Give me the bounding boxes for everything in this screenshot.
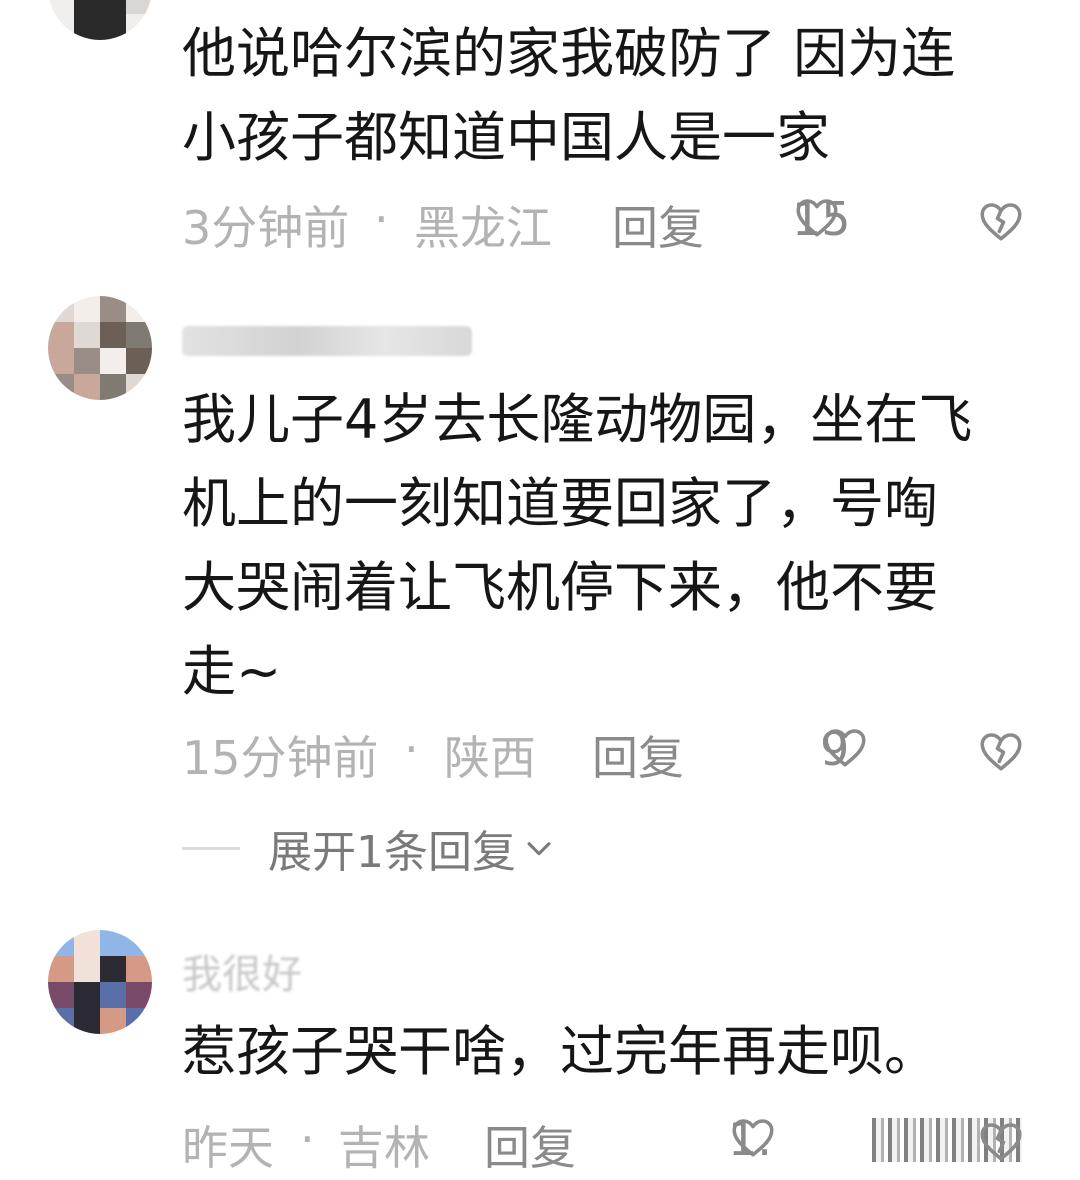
reply-button[interactable]: 回复 <box>612 192 704 258</box>
avatar-pixelated-image <box>48 0 152 40</box>
comment-page: 他说哈尔滨的家我破防了 因为连 小孩子都知道中国人是一家 3分钟前 · 黑龙江 … <box>0 0 1080 1180</box>
avatar[interactable] <box>48 930 152 1034</box>
like-button[interactable]: 15 <box>792 192 851 246</box>
meta-separator: · <box>300 1112 315 1166</box>
meta-separator: · <box>374 192 389 246</box>
expand-replies-label: 展开1条回复 <box>268 827 516 878</box>
broken-heart-icon[interactable] <box>976 726 1026 776</box>
comment-time: 15分钟前 <box>182 731 379 785</box>
comment-line: 他说哈尔滨的家我破防了 因为连 <box>182 22 956 85</box>
broken-heart-icon[interactable] <box>976 196 1026 246</box>
meta-separator: · <box>404 722 419 776</box>
comment-location: 黑龙江 <box>414 201 552 255</box>
like-button[interactable]: 1. <box>728 1112 778 1166</box>
broken-heart-icon[interactable] <box>976 1116 1026 1166</box>
avatar-pixelated-image <box>48 296 152 400</box>
comment-line: 机上的一刻知道要回家了，号啕 <box>182 472 938 535</box>
like-count: 9 <box>820 722 850 776</box>
expand-replies-button[interactable]: 展开1条回复 <box>182 818 556 878</box>
comment-location: 陕西 <box>444 731 536 785</box>
avatar[interactable] <box>48 296 152 400</box>
like-count: 1. <box>728 1112 772 1166</box>
comment-location: 吉林 <box>338 1121 430 1175</box>
comment-line: 我儿子4岁去长隆动物园，坐在飞 <box>182 388 973 451</box>
avatar-pixelated-image <box>48 930 152 1034</box>
username-blur <box>182 326 472 356</box>
comment-meta: 15分钟前 · 陕西 回复 9 <box>182 722 1042 785</box>
username[interactable]: 我很好 <box>182 942 302 1000</box>
chevron-down-icon <box>527 842 551 856</box>
comment-meta: 昨天 · 吉林 回复 1. <box>182 1112 1042 1175</box>
comment-text: 我儿子4岁去长隆动物园，坐在飞 机上的一刻知道要回家了，号啕 大哭闹着让飞机停下… <box>182 378 1042 714</box>
username-text: 我很好 <box>182 952 302 998</box>
comment-time: 昨天 <box>182 1121 274 1175</box>
like-button[interactable]: 9 <box>820 722 870 776</box>
reply-button[interactable]: 回复 <box>592 722 684 788</box>
comment-line: 走~ <box>182 640 282 703</box>
comment-time: 3分钟前 <box>182 201 350 255</box>
like-count: 15 <box>792 192 851 246</box>
comment-text: 惹孩子哭干啥，过完年再走呗。 <box>182 1010 1042 1094</box>
comment-line: 惹孩子哭干啥，过完年再走呗。 <box>182 1020 938 1083</box>
comment-text: 他说哈尔滨的家我破防了 因为连 小孩子都知道中国人是一家 <box>182 12 1042 180</box>
avatar[interactable] <box>48 0 152 40</box>
comment-meta: 3分钟前 · 黑龙江 回复 15 <box>182 192 1042 255</box>
comment-line: 大哭闹着让飞机停下来，他不要 <box>182 556 938 619</box>
comment-line: 小孩子都知道中国人是一家 <box>182 106 830 169</box>
username[interactable] <box>182 316 472 362</box>
expand-divider <box>182 846 240 850</box>
reply-button[interactable]: 回复 <box>484 1112 576 1178</box>
